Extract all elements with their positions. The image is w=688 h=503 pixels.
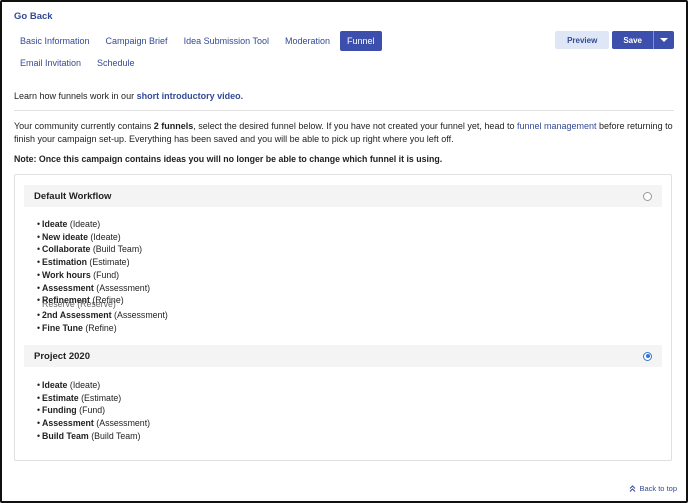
toolbar: Preview Save [555,31,674,49]
save-options-button[interactable] [653,31,674,49]
tab-schedule[interactable]: Schedule [91,53,141,73]
workflow-stages-default: Ideate (Ideate) New ideate (Ideate) Coll… [37,218,168,335]
funnel-description: Your community currently contains 2 funn… [14,121,673,144]
chevron-down-icon [660,38,668,42]
workflow-title: Default Workflow [34,190,112,202]
workflow-radio-project-2020[interactable] [643,351,652,361]
tab-basic-information[interactable]: Basic Information [14,31,96,51]
tab-bar: Basic Information Campaign Brief Idea Subm… [14,31,414,75]
list-item: Assessment (Assessment) [37,417,150,430]
go-back-link[interactable]: Go Back [14,11,53,22]
list-item: Fine Tune (Refine) [37,322,168,335]
intro-text: Learn how funnels work in our short intr… [14,91,244,101]
list-item: Work hours (Fund) [37,269,168,282]
list-item: Estimate (Estimate) [37,392,150,405]
workflow-stages-project-2020: Ideate (Ideate) Estimate (Estimate) Fund… [37,379,150,443]
workflow-header-default[interactable]: Default Workflow [24,185,662,207]
funnel-count: 2 funnels [153,121,194,131]
preview-button[interactable]: Preview [555,31,610,49]
tab-campaign-brief[interactable]: Campaign Brief [100,31,174,51]
workflow-title: Project 2020 [34,350,90,362]
list-item: Collaborate (Build Team) [37,243,168,256]
workflow-header-project-2020[interactable]: Project 2020 [24,345,662,367]
tab-moderation[interactable]: Moderation [279,31,336,51]
tab-email-invitation[interactable]: Email Invitation [14,53,87,73]
intro-video-link[interactable]: short introductory video. [137,91,244,101]
list-item: Estimation (Estimate) [37,256,168,269]
funnel-card: Default Workflow Ideate (Ideate) New ide… [14,174,672,461]
double-chevron-up-icon [630,485,636,492]
list-item: Assessment (Assessment) [37,282,168,295]
list-item: Funding (Fund) [37,404,150,417]
back-to-top-link[interactable]: Back to top [629,484,677,493]
funnel-note: Note: Once this campaign contains ideas … [14,154,443,164]
list-item: 2nd Assessment (Assessment) [37,309,168,322]
save-button[interactable]: Save [612,31,653,49]
divider [14,110,674,111]
list-item: Ideate (Ideate) [37,218,168,231]
funnel-management-link[interactable]: funnel management [517,121,597,131]
list-item: Ideate (Ideate) [37,379,150,392]
list-item: Build Team (Build Team) [37,430,150,443]
workflow-radio-default[interactable] [643,191,652,201]
tab-funnel[interactable]: Funnel [339,31,382,51]
tab-idea-submission-tool[interactable]: Idea Submission Tool [178,31,275,51]
list-item: New ideate (Ideate) [37,231,168,244]
list-item: Reserve (Reserve) Refinement (Refine) [37,294,168,309]
